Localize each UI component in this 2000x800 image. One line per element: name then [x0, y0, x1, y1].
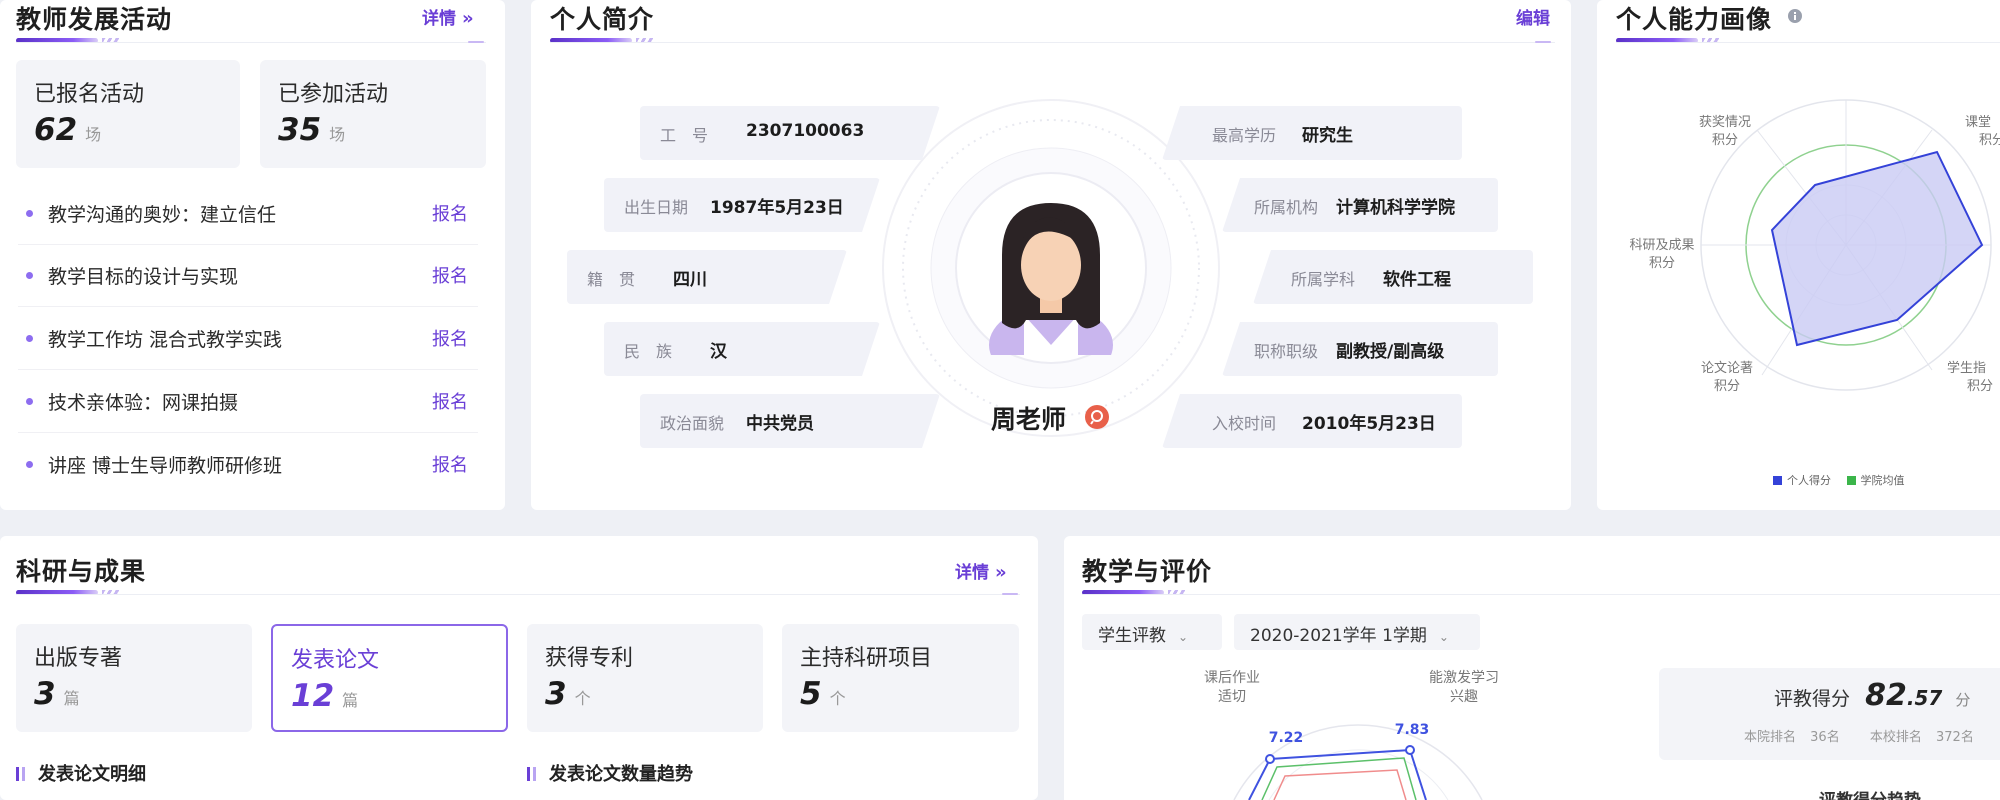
info-education: 最高学历 研究生 [1162, 106, 1462, 160]
info-staff-id: 工 号 2307100063 [640, 106, 940, 160]
info-discipline: 所属学科 软件工程 [1253, 250, 1533, 304]
info-join-date: 入校时间 2010年5月23日 [1162, 394, 1462, 448]
list-item: 教学工作坊 混合式教学实践 报名 [18, 308, 478, 370]
info-birthdate: 出生日期 1987年5月23日 [604, 178, 880, 232]
radar-axis-label: 论文论著 [1701, 361, 1753, 376]
divider-end [1002, 593, 1018, 595]
divider-end [468, 41, 484, 43]
radar-axis-label: 能激发学习 [1429, 669, 1499, 686]
info-title-rank: 职称职级 副教授/副高级 [1222, 322, 1498, 376]
list-item: 技术亲体验：网课拍摄 报名 [18, 371, 478, 433]
stat-registered[interactable]: 已报名活动 62 场 [16, 60, 240, 168]
ability-radar-chart: 获奖情况 积分 课堂 积分 科研及成果 积分 论文论著 积分 学生指 积分 [1629, 99, 2000, 394]
radar-point [1405, 745, 1415, 755]
register-button[interactable]: 报名 [432, 388, 468, 414]
radar-personal-area [1770, 150, 1984, 347]
bullet-icon [26, 272, 33, 279]
info-native-place: 籍 贯 四川 [567, 250, 847, 304]
teacher-name: 周老师 [991, 405, 1067, 434]
radar-axis-label: 课堂 [1965, 115, 1991, 130]
research-details-link[interactable]: 详情» [955, 558, 1006, 583]
divider [16, 594, 1020, 595]
score-panel: 评教得分 82.57 分 本院排名 36名 本校排名 372名 [1659, 668, 2000, 760]
info-institution: 所属机构 计算机科学学院 [1222, 178, 1498, 232]
divider [1082, 594, 2000, 595]
stat-patents[interactable]: 获得专利 3个 [527, 624, 763, 732]
radar-value-label: 7.22 [1269, 730, 1304, 746]
ability-legend: 个人得分 学院均值 [1773, 472, 1905, 488]
paper-trend-heading: 发表论文数量趋势 [527, 760, 693, 786]
list-item: 教学沟通的奥妙：建立信任 报名 [18, 183, 478, 245]
stat-projects[interactable]: 主持科研项目 5个 [782, 624, 1019, 732]
teaching-radar-chart: 课后作业 适切 能激发学习 兴趣 7.22 7.83 [1204, 669, 1499, 800]
register-button[interactable]: 报名 [432, 200, 468, 226]
paper-detail-heading: 发表论文明细 [16, 760, 146, 786]
stat-papers-selected[interactable]: 发表论文 12 篇 [271, 624, 508, 732]
radar-axis-label: 积分 [1979, 133, 2000, 148]
teacher-activity-card: 教师发展活动 详情» 已报名活动 62 场 已参加活动 35 场 教学沟通的奥妙：建… [0, 0, 505, 510]
research-title: 科研与成果 [16, 557, 147, 586]
list-item: 讲座 博士生导师教师研修班 报名 [18, 434, 478, 496]
radar-axis-label: 积分 [1714, 379, 1740, 394]
bullet-icon [26, 461, 33, 468]
register-button[interactable]: 报名 [432, 262, 468, 288]
register-button[interactable]: 报名 [432, 325, 468, 351]
radar-axis-label: 适切 [1218, 689, 1246, 705]
radar-axis-label: 科研及成果 [1629, 238, 1694, 253]
section-marker-icon [527, 767, 537, 781]
radar-axis-label: 积分 [1967, 379, 1993, 394]
radar-point [1265, 754, 1275, 764]
bullet-icon [26, 335, 33, 342]
radar-axis-label: 课后作业 [1204, 670, 1260, 686]
bullet-icon [26, 398, 33, 405]
radar-axis-label: 积分 [1712, 133, 1738, 148]
divider [16, 42, 486, 43]
radar-value-label: 7.83 [1395, 722, 1430, 738]
party-badge-icon [1085, 405, 1109, 429]
info-political-status: 政治面貌 中共党员 [640, 394, 940, 448]
legend-swatch-average [1846, 476, 1856, 485]
register-button[interactable]: 报名 [432, 451, 468, 477]
ability-card: 个人能力画像 获奖情况 积分 课堂 积分 科研及成果 积分 论文论著 积分 学生… [1597, 0, 2000, 510]
rank-line: 本院排名 36名 本校排名 372名 [1744, 730, 1974, 745]
stat-attended[interactable]: 已参加活动 35 场 [260, 60, 486, 168]
score-trend-heading: 评教得分趋势 [1819, 786, 1921, 800]
radar-axis-label: 兴趣 [1450, 689, 1478, 705]
research-card: 科研与成果 详情» 出版专著 3篇 发表论文 12 篇 获得专利 3个 主持科研项… [0, 536, 1038, 800]
score-line: 评教得分 82.57 分 [1774, 678, 1971, 713]
double-chevron-right-icon: » [462, 8, 473, 29]
bullet-icon [26, 210, 33, 217]
activity-details-link[interactable]: 详情» [422, 4, 473, 29]
ability-title: 个人能力画像 [1616, 5, 1773, 34]
teaching-title: 教学与评价 [1082, 557, 1213, 586]
info-icon[interactable] [1787, 8, 1803, 24]
radar-axis-label: 积分 [1649, 256, 1675, 271]
info-ethnicity: 民 族 汉 [604, 322, 880, 376]
double-chevron-right-icon: » [995, 562, 1006, 583]
section-marker-icon [16, 767, 26, 781]
radar-axis-label: 获奖情况 [1699, 115, 1751, 130]
radar-axis-label: 学生指 [1947, 360, 1986, 376]
teacher-activity-title: 教师发展活动 [16, 5, 173, 34]
avatar [989, 203, 1113, 355]
stat-monographs[interactable]: 出版专著 3篇 [16, 624, 252, 732]
legend-swatch-personal [1773, 476, 1782, 485]
profile-card: 个人简介 编辑 周老师 工 号 2307100063 出生日期 1987年5月2… [531, 0, 1571, 510]
list-item: 教学目标的设计与实现 报名 [18, 245, 478, 307]
divider [1616, 42, 2000, 43]
teaching-card: 教学与评价 学生评教 ⌄ 2020-2021学年 1学期 ⌄ 课后作业 适切 能激发… [1064, 536, 2000, 800]
